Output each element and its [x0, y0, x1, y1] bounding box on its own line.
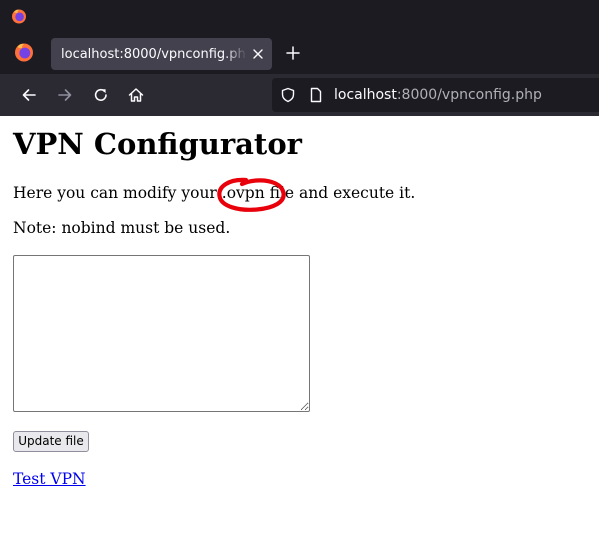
intro-text-after: file and execute it. — [264, 184, 416, 202]
ovpn-config-textarea[interactable] — [13, 255, 310, 412]
back-arrow-icon[interactable] — [20, 86, 38, 104]
plus-icon[interactable] — [284, 44, 302, 62]
url-path: :8000/vpnconfig.php — [396, 87, 542, 103]
shield-icon[interactable] — [280, 87, 296, 103]
firefox-logo-icon[interactable] — [14, 42, 34, 62]
note-text: Note: nobind must be used. — [13, 219, 231, 237]
forward-arrow-icon[interactable] — [56, 86, 74, 104]
intro-text-before: Here you can modify your — [13, 184, 222, 202]
page-content: VPN Configurator Here you can modify you… — [0, 116, 599, 538]
home-icon[interactable] — [127, 86, 145, 104]
update-file-button[interactable]: Update file — [13, 431, 89, 452]
reload-icon[interactable] — [92, 86, 110, 104]
tab-active[interactable]: localhost:8000/vpnconfig.php — [51, 38, 272, 70]
ovpn-text: .ovpn — [221, 184, 265, 202]
intro-text: Here you can modify your .ovpn file and … — [13, 182, 415, 204]
tab-strip: localhost:8000/vpnconfig.php — [0, 32, 599, 74]
page-title: VPN Configurator — [13, 127, 302, 161]
tab-title: localhost:8000/vpnconfig.php — [61, 47, 247, 62]
firefox-logo-icon — [12, 9, 26, 24]
nav-toolbar: localhost:8000/vpnconfig.php — [0, 74, 599, 116]
close-icon[interactable] — [250, 46, 266, 62]
address-bar[interactable]: localhost:8000/vpnconfig.php — [272, 78, 599, 112]
url-text[interactable]: localhost:8000/vpnconfig.php — [334, 85, 542, 105]
window-titlebar — [0, 0, 599, 32]
page-icon[interactable] — [308, 87, 324, 103]
url-host: localhost — [334, 87, 397, 103]
test-vpn-link[interactable]: Test VPN — [13, 468, 86, 490]
